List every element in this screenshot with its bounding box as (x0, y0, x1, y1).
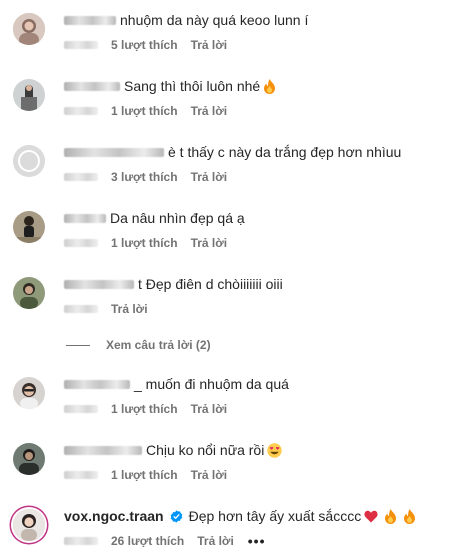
timestamp-blurred (64, 239, 98, 247)
likes-count[interactable]: 1 lượt thích (111, 467, 178, 483)
fire-emoji-icon (263, 78, 276, 94)
username-blurred[interactable] (64, 15, 116, 25)
timestamp-blurred (64, 305, 98, 313)
username-blurred[interactable] (64, 279, 134, 289)
timestamp-blurred (64, 405, 98, 413)
fire-emoji-icon (384, 508, 397, 524)
likes-count[interactable]: 1 lượt thích (111, 103, 178, 119)
heart-emoji-icon (364, 510, 378, 523)
timestamp-blurred (64, 537, 98, 545)
username-blurred[interactable] (64, 445, 142, 455)
view-replies-label: Xem câu trả lời (2) (106, 338, 211, 352)
reply-button[interactable]: Trả lời (191, 401, 228, 417)
avatar[interactable] (13, 277, 45, 309)
likes-count[interactable]: 5 lượt thích (111, 37, 178, 53)
more-options-icon[interactable]: ••• (248, 533, 266, 549)
comment-text: nhuộm da này quá keoo lunn í (120, 12, 309, 28)
avatar[interactable] (13, 443, 45, 475)
comment-text: _ muốn đi nhuộm da quá (134, 376, 289, 392)
reply-button[interactable]: Trả lời (191, 467, 228, 483)
avatar[interactable] (13, 13, 45, 45)
comment-text: è t thấy c này da trắng đẹp hơn nhìuu (168, 144, 402, 160)
verified-badge-icon (170, 509, 183, 523)
comment-text: Chịu ko nổi nữa rồi (146, 442, 265, 458)
avatar[interactable] (13, 509, 45, 541)
avatar[interactable] (13, 211, 45, 243)
username[interactable]: vox.ngoc.traan (64, 507, 164, 525)
likes-count[interactable]: 3 lượt thích (111, 169, 178, 185)
reply-button[interactable]: Trả lời (191, 103, 228, 119)
username-blurred[interactable] (64, 379, 130, 389)
divider-line (66, 344, 90, 346)
reply-button[interactable]: Trả lời (111, 301, 148, 317)
username-blurred[interactable] (64, 147, 164, 157)
reply-button[interactable]: Trả lời (197, 533, 234, 549)
fire-emoji-icon (403, 508, 416, 524)
username-blurred[interactable] (64, 81, 120, 91)
avatar[interactable] (13, 377, 45, 409)
timestamp-blurred (64, 173, 98, 181)
likes-count[interactable]: 26 lượt thích (111, 533, 184, 549)
comment-text: Sang thì thôi luôn nhé (124, 78, 261, 94)
likes-count[interactable]: 1 lượt thích (111, 235, 178, 251)
reply-button[interactable]: Trả lời (191, 37, 228, 53)
timestamp-blurred (64, 107, 98, 115)
comment-text: Da nâu nhìn đẹp qá ạ (110, 210, 245, 226)
comment-text: Đẹp hơn tây ấy xuất sắcccc (188, 508, 362, 524)
reply-button[interactable]: Trả lời (191, 235, 228, 251)
timestamp-blurred (64, 471, 98, 479)
comment-text: t Đẹp điên d chòiiiiiii oiii (138, 276, 283, 292)
default-avatar-icon[interactable] (13, 145, 45, 177)
timestamp-blurred (64, 41, 98, 49)
view-replies-button[interactable]: Xem câu trả lời (2) (66, 338, 211, 352)
grin-hearts-emoji-icon (267, 442, 283, 458)
reply-button[interactable]: Trả lời (191, 169, 228, 185)
avatar[interactable] (13, 79, 45, 111)
username-blurred[interactable] (64, 213, 106, 223)
likes-count[interactable]: 1 lượt thích (111, 401, 178, 417)
